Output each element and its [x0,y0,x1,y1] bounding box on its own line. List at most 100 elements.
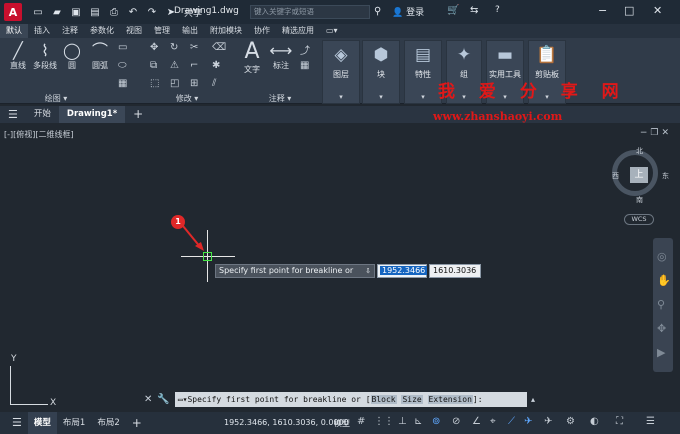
workspace-icon[interactable]: ⚙ [566,416,575,427]
ortho-icon[interactable]: ⊥ [398,416,407,427]
properties-panel[interactable]: ▤ 特性 ▾ [404,40,442,104]
explode-icon[interactable]: ✱ [212,60,220,71]
tab-view[interactable]: 视图 [120,24,148,38]
restore-icon[interactable]: ❐ [650,128,661,138]
annotation-visibility-icon[interactable]: ✈ [524,416,532,427]
object-snap-tracking-icon[interactable]: ∠ [472,416,481,427]
rectangle-icon[interactable]: ▭ [118,42,127,53]
table-icon[interactable]: ▦ [300,60,309,71]
circle-tool[interactable]: ◯ 圆 [60,42,84,71]
ribbon-options-button[interactable]: ▭▾ [320,24,344,38]
erase-icon[interactable]: ⌫ [212,42,226,53]
layers-panel[interactable]: ◈ 图层 ▾ [322,40,360,104]
orbit-icon[interactable]: ✥ [657,322,666,335]
tab-default[interactable]: 默认 [0,24,28,38]
trim-icon[interactable]: ✂ [190,42,198,53]
grid-icon[interactable]: # [357,416,365,427]
compass-south[interactable]: 南 [636,195,643,205]
dimension-tool[interactable]: ⟷ 标注 [268,42,294,71]
text-tool[interactable]: A 文字 [241,40,263,75]
leader-icon[interactable]: ⤴ [300,42,310,57]
options-arrow-icon[interactable]: ⇩ [365,265,371,277]
copy-icon[interactable]: ⧉ [150,60,157,71]
tab-collaborate[interactable]: 协作 [248,24,276,38]
object-snap-icon[interactable]: ⌖ [490,416,496,427]
fillet-icon[interactable]: ⌐ [190,60,198,71]
option-size[interactable]: Size [401,394,423,404]
minimize-icon[interactable]: − [640,128,651,138]
new-file-icon[interactable]: ▭ [31,6,45,18]
new-tab-button[interactable]: + [125,106,151,123]
dynamic-input-icon[interactable]: ⊾ [414,416,422,427]
rotate-icon[interactable]: ↻ [170,42,178,53]
tab-addins[interactable]: 附加模块 [204,24,248,38]
save-icon[interactable]: ▣ [69,6,83,18]
tab-layout1[interactable]: 布局1 [57,412,91,434]
autocad-logo[interactable]: A [4,3,22,21]
tab-insert[interactable]: 插入 [28,24,56,38]
snap-icon[interactable]: ⋮⋮ [374,416,394,427]
block-panel[interactable]: ⬢ 块 ▾ [362,40,400,104]
tab-manage[interactable]: 管理 [148,24,176,38]
showmotion-icon[interactable]: ▶ [657,346,665,359]
saveas-icon[interactable]: ▤ [88,6,102,18]
line-tool[interactable]: ╱ 直线 [6,42,30,71]
fullscreen-icon[interactable]: ⛶ [616,416,623,427]
undo-icon[interactable]: ↶ [126,6,140,18]
command-input[interactable]: ▭▾Specify first point for breakline or [… [174,391,527,407]
compass-west[interactable]: 西 [612,171,619,181]
exchange-icon[interactable]: ⇆ [470,5,478,16]
lineweight-icon[interactable]: ⟋ [508,416,515,427]
modify-panel-footer[interactable]: 修改 ▾ [140,93,234,104]
stretch-icon[interactable]: ⬚ [150,78,159,89]
tab-layout2[interactable]: 布局2 [91,412,125,434]
array-icon[interactable]: ⊞ [190,78,198,89]
help-icon[interactable]: ? [495,5,500,15]
isometric-icon[interactable]: ⊘ [452,416,460,427]
isolate-objects-icon[interactable]: ◐ [590,416,599,427]
annotation-scale-icon[interactable]: ✈ [544,416,552,427]
open-folder-icon[interactable]: ▰ [50,6,64,18]
customize-icon[interactable]: ☰ [646,416,655,427]
tab-output[interactable]: 输出 [176,24,204,38]
tab-drawing1[interactable]: Drawing1* [58,106,126,123]
maximize-icon[interactable]: □ [624,4,634,17]
customize-wrench-icon[interactable]: 🔧 [157,394,169,405]
close-icon[interactable]: ✕ [653,4,662,17]
close-icon[interactable]: ✕ [144,394,152,405]
tab-annotate[interactable]: 注释 [56,24,84,38]
minimize-icon[interactable]: − [598,4,607,17]
mirror-icon[interactable]: ⚠ [170,60,179,71]
compass-east[interactable]: 东 [662,171,669,181]
offset-icon[interactable]: ⫽ [212,78,216,89]
add-layout-button[interactable]: + [126,412,148,434]
polar-tracking-icon[interactable]: ⊚ [432,416,440,427]
pan-icon[interactable]: ✋ [657,274,671,287]
zoom-icon[interactable]: ⚲ [657,298,665,311]
cart-icon[interactable]: 🛒 [447,5,459,16]
redo-icon[interactable]: ↷ [145,6,159,18]
option-extension[interactable]: Extension [427,394,473,404]
close-icon[interactable]: ✕ [661,128,672,138]
viewport-controls-label[interactable]: [-][俯视][二维线框] [4,129,74,140]
annotation-panel-footer[interactable]: 注释 ▾ [240,93,320,104]
tab-featured-apps[interactable]: 精选应用 [276,24,320,38]
print-icon[interactable]: ⎙ [107,6,121,18]
tab-model[interactable]: 模型 [27,412,57,434]
option-block[interactable]: Block [370,394,397,404]
arc-tool[interactable]: ⌒ 圆弧 [88,42,112,71]
steering-wheel-icon[interactable]: ◎ [657,250,667,263]
move-icon[interactable]: ✥ [150,42,158,53]
scale-icon[interactable]: ◰ [170,78,179,89]
search-input[interactable]: 键入关键字或短语 [250,5,370,19]
ellipse-icon[interactable]: ⬭ [118,60,127,71]
tab-start[interactable]: 开始 [26,106,59,123]
viewcube-top-face[interactable]: 上 [630,167,648,183]
hatch-icon[interactable]: ▦ [118,78,127,89]
model-space-button[interactable]: 模型 [334,418,350,429]
layout-menu-icon[interactable]: ☰ [0,412,28,434]
compass-north[interactable]: 北 [636,146,643,156]
search-icon[interactable]: ⚲ [374,6,381,17]
dynamic-input-x[interactable]: 1952.3466 [377,264,428,278]
hamburger-menu-icon[interactable]: ☰ [0,106,26,123]
